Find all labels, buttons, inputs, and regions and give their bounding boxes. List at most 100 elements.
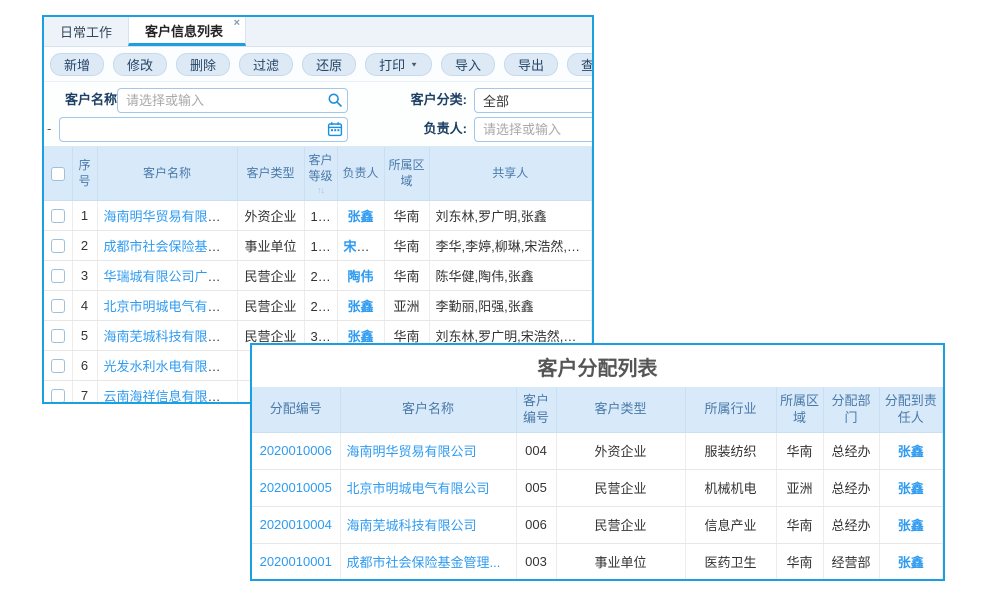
calendar-icon[interactable] — [327, 121, 343, 137]
row-checkbox[interactable] — [51, 209, 65, 223]
shared-people: 李华,李婷,柳琳,宋浩然,张鑫 — [429, 230, 592, 260]
customer-name-link[interactable]: 海南芜城科技有限公司 — [347, 518, 477, 533]
customer-name-link[interactable]: 北京市明城电气有限公司 — [104, 299, 238, 314]
customer-category-label: 客户分类: — [367, 88, 467, 112]
assignee-link[interactable]: 张鑫 — [898, 518, 924, 533]
header-industry: 所属行业 — [685, 387, 776, 432]
header-customer-type: 客户类型 — [556, 387, 685, 432]
owner-label: 负责人: — [367, 117, 467, 141]
allocation-table: 分配编号 客户名称 客户编号 客户类型 所属行业 所属区域 分配部门 分配到责任… — [252, 387, 943, 581]
header-owner: 负责人 — [337, 147, 384, 200]
customer-name-link[interactable]: 成都市社会保险基金管理... — [347, 555, 501, 570]
table-row: 2020010001 成都市社会保险基金管理... 003 事业单位 医药卫生 … — [252, 543, 943, 580]
customer-name-link[interactable]: 海南明华贸易有限公司 — [104, 209, 234, 224]
add-button[interactable]: 新增 — [50, 53, 104, 76]
header-allocation-dept: 分配部门 — [823, 387, 879, 432]
customer-type: 外资企业 — [556, 432, 685, 469]
header-shared: 共享人 — [429, 147, 592, 200]
row-checkbox[interactable] — [51, 389, 65, 403]
edit-button[interactable]: 修改 — [113, 53, 167, 76]
customer-category-select[interactable] — [474, 88, 594, 113]
table-row: 2020010004 海南芜城科技有限公司 006 民营企业 信息产业 华南 总… — [252, 506, 943, 543]
header-assignee: 分配到责任人 — [879, 387, 943, 432]
customer-level-label: 客户等级 — [308, 153, 332, 183]
allocation-dept: 总经办 — [823, 506, 879, 543]
owner-input[interactable] — [474, 117, 594, 142]
view-log-button[interactable]: 查看日志 — [567, 53, 594, 76]
customer-name-link[interactable]: 成都市社会保险基金管理... — [104, 239, 238, 254]
allocation-id-link[interactable]: 2020010005 — [260, 480, 332, 495]
shared-people: 陈华健,陶伟,张鑫 — [429, 260, 592, 290]
region: 亚洲 — [776, 469, 823, 506]
sort-icon[interactable]: ↑↓ — [307, 186, 335, 195]
customer-name-link[interactable]: 海南明华贸易有限公司 — [347, 444, 477, 459]
region: 华南 — [384, 230, 429, 260]
customer-name-link[interactable]: 北京市明城电气有限公司 — [347, 481, 490, 496]
header-region: 所属区域 — [384, 147, 429, 200]
date-input[interactable] — [59, 117, 348, 142]
allocation-dept: 总经办 — [823, 432, 879, 469]
import-button[interactable]: 导入 — [441, 53, 495, 76]
allocation-id-link[interactable]: 2020010001 — [260, 554, 332, 569]
region: 华南 — [776, 432, 823, 469]
industry: 信息产业 — [685, 506, 776, 543]
owner-link[interactable]: 宋浩然 — [344, 239, 383, 254]
owner-link[interactable]: 张鑫 — [347, 329, 373, 344]
customer-table-header-row: 序号 客户名称 客户类型 客户等级 ↑↓ 负责人 所属区域 共享人 — [44, 147, 592, 200]
row-checkbox[interactable] — [51, 359, 65, 373]
owner-link[interactable]: 陶伟 — [347, 269, 373, 284]
row-checkbox[interactable] — [51, 299, 65, 313]
table-row: 1 海南明华贸易有限公司 外资企业 1星 张鑫 华南 刘东林,罗广明,张鑫 — [44, 200, 592, 230]
customer-type: 民营企业 — [237, 260, 304, 290]
search-icon[interactable] — [327, 92, 343, 108]
close-icon[interactable]: × — [234, 18, 240, 29]
assignee-link[interactable]: 张鑫 — [898, 555, 924, 570]
print-label: 打印 — [379, 55, 405, 74]
tab-daily-work[interactable]: 日常工作 — [44, 17, 128, 46]
customer-name-link[interactable]: 云南海祥信息有限公司 — [104, 389, 234, 404]
row-no: 1 — [72, 200, 97, 230]
customer-type: 民营企业 — [556, 506, 685, 543]
customer-name-link[interactable]: 海南芜城科技有限公司 — [104, 329, 234, 344]
customer-allocation-panel: 客户分配列表 分配编号 客户名称 客户编号 客户类型 所属行业 所属区域 分配部… — [250, 343, 945, 581]
region: 亚洲 — [384, 290, 429, 320]
tab-bar: 日常工作 客户信息列表 × — [44, 17, 592, 47]
shared-people: 刘东林,罗广明,张鑫 — [429, 200, 592, 230]
tab-customer-info-list[interactable]: 客户信息列表 × — [128, 17, 246, 46]
print-button[interactable]: 打印 ▼ — [365, 53, 432, 76]
row-checkbox[interactable] — [51, 239, 65, 253]
allocation-dept: 经营部 — [823, 543, 879, 580]
header-customer-no: 客户编号 — [516, 387, 556, 432]
customer-name-link[interactable]: 光发水利水电有限公司 — [104, 359, 234, 374]
row-checkbox[interactable] — [51, 329, 65, 343]
customer-name-link[interactable]: 华瑞城有限公司广告设计部 — [104, 269, 238, 284]
row-no: 5 — [72, 320, 97, 350]
allocation-id-link[interactable]: 2020010004 — [260, 517, 332, 532]
page-title: 客户分配列表 — [252, 345, 943, 387]
filter-button[interactable]: 过滤 — [239, 53, 293, 76]
select-all-checkbox[interactable] — [51, 167, 65, 181]
allocation-id-link[interactable]: 2020010006 — [260, 443, 332, 458]
header-customer-name: 客户名称 — [340, 387, 516, 432]
row-no: 6 — [72, 350, 97, 380]
header-region: 所属区域 — [776, 387, 823, 432]
assignee-link[interactable]: 张鑫 — [898, 481, 924, 496]
export-button[interactable]: 导出 — [504, 53, 558, 76]
customer-level: 2星 — [304, 290, 337, 320]
industry: 服装纺织 — [685, 432, 776, 469]
row-no: 7 — [72, 380, 97, 404]
restore-button[interactable]: 还原 — [302, 53, 356, 76]
delete-button[interactable]: 删除 — [176, 53, 230, 76]
date-range-dash: - — [47, 117, 51, 141]
assignee-link[interactable]: 张鑫 — [898, 444, 924, 459]
customer-no: 005 — [516, 469, 556, 506]
customer-no: 003 — [516, 543, 556, 580]
owner-link[interactable]: 张鑫 — [347, 299, 373, 314]
owner-link[interactable]: 张鑫 — [347, 209, 373, 224]
region: 华南 — [384, 200, 429, 230]
row-checkbox[interactable] — [51, 269, 65, 283]
customer-name-input[interactable] — [117, 88, 348, 113]
customer-no: 006 — [516, 506, 556, 543]
region: 华南 — [776, 506, 823, 543]
chevron-down-icon: ▼ — [410, 60, 418, 67]
